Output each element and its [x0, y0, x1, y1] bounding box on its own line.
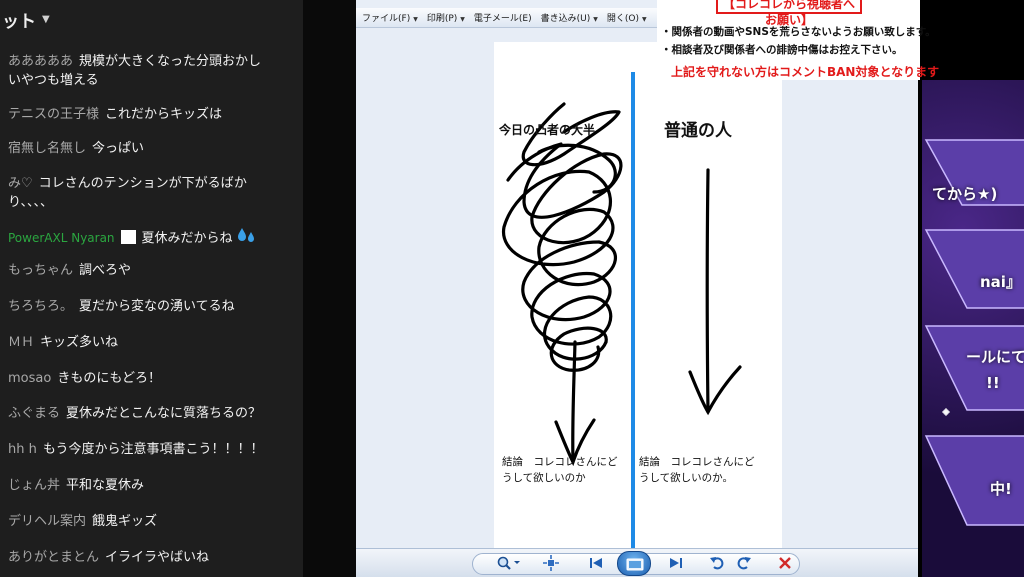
chat-author[interactable]: じょん丼	[8, 478, 60, 493]
chat-text: 夏だから変なの湧いてるね	[79, 299, 235, 314]
delete-icon[interactable]	[774, 553, 796, 573]
chat-text: コレさんのテンションが下がるばか り、、、、	[8, 176, 247, 210]
menu-open[interactable]: 開く(O) ▼	[607, 11, 647, 24]
slideshow-icon[interactable]	[617, 551, 651, 576]
chat-message: じょん丼 平和な夏休み	[8, 476, 299, 495]
chat-text: 夏休みだからね	[141, 231, 233, 246]
chat-author[interactable]: デリヘル案内	[8, 514, 86, 529]
chat-header[interactable]: ット ▼	[0, 0, 303, 38]
notice-title: 【コレコレから視聴者へお願い】	[716, 0, 862, 27]
menu-email[interactable]: 電子メール(E)	[474, 11, 532, 24]
chat-panel: ット ▼ あああああ 規模が大きくなった分頭おかし いやつも増える テニスの王子様…	[0, 0, 303, 577]
chat-text: もう今度から注意事項書こう！！！！	[42, 442, 264, 457]
chat-text: 今っぱい	[92, 141, 145, 156]
chat-divider-gap	[303, 0, 356, 577]
viewer-canvas: 今日の凸者の大半 普通の人 結論 コレコレさんにど うして欲しいのか 結論 コレ…	[356, 28, 918, 548]
dropdown-arrow-icon: ▼	[641, 16, 647, 23]
chat-author[interactable]: 宿無し名無し	[8, 141, 86, 156]
scribble-tangle	[502, 102, 623, 372]
menu-burn[interactable]: 書き込み(U) ▼	[541, 11, 598, 24]
next-icon[interactable]	[665, 553, 687, 573]
menu-print[interactable]: 印刷(P) ▼	[427, 11, 465, 24]
chat-text: 平和な夏休み	[66, 478, 145, 493]
overlay-text-3: ールにて	[966, 348, 1024, 366]
overlay-text-4: !!	[986, 374, 1000, 392]
dropdown-arrow-icon: ▼	[593, 16, 598, 23]
right-heading: 普通の人	[664, 121, 732, 141]
dropdown-arrow-icon: ▼	[413, 16, 418, 23]
chat-author[interactable]: み♡	[8, 176, 33, 191]
notice-panel: 【コレコレから視聴者へお願い】 ・関係者の動画やSNSを荒らさないようお願い致し…	[657, 0, 939, 80]
chat-author[interactable]: もっちゃん	[8, 263, 73, 278]
chat-message: ふぐまる 夏休みだとこんなに質落ちるの？	[8, 404, 299, 423]
chat-message: ちろちろ。 夏だから変なの湧いてるね	[8, 297, 299, 316]
rotate-right-icon[interactable]	[733, 553, 755, 573]
chat-message: もっちゃん 調べろや	[8, 261, 299, 280]
chat-author[interactable]: ありがとまとん	[8, 550, 99, 565]
chat-text: イライラやばいね	[105, 550, 210, 565]
right-conclusion: 結論 コレコレさんにど うして欲しいのか。	[639, 456, 755, 484]
chat-author[interactable]: ＭＨ	[8, 335, 34, 350]
chat-message: デリヘル案内 餓鬼ギッズ	[8, 512, 299, 531]
chat-message: あああああ 規模が大きくなった分頭おかし いやつも増える	[8, 52, 299, 90]
notice-line-1: ・関係者の動画やSNSを荒らさないようお願い致します。	[661, 26, 936, 38]
member-badge-icon	[120, 230, 136, 244]
chat-author[interactable]: ちろちろ。	[8, 299, 73, 314]
viewer-toolbar	[356, 548, 918, 577]
chevron-down-icon[interactable]: ▼	[42, 14, 50, 25]
chat-author[interactable]: あああああ	[8, 54, 73, 69]
overlay-text-2: nai』	[980, 273, 1021, 291]
chat-message: PowerAXL Nyaran 夏休みだからね	[8, 226, 299, 252]
rotate-left-icon[interactable]	[706, 553, 728, 573]
displayed-image: 今日の凸者の大半 普通の人 結論 コレコレさんにど うして欲しいのか 結論 コレ…	[494, 42, 782, 548]
notice-warning: 上記を守れない方はコメントBAN対象となります	[671, 65, 940, 79]
overlay-text-1: てから★)	[932, 185, 998, 203]
chat-text: 餓鬼ギッズ	[92, 514, 158, 529]
chat-message: テニスの王子様 これだからキッズは	[8, 105, 299, 124]
menu-open-label: 開く(O)	[606, 14, 639, 24]
left-conclusion: 結論 コレコレさんにど うして欲しいのか	[502, 456, 618, 484]
chat-message: ありがとまとん イライラやばいね	[8, 548, 299, 567]
image-viewer-window: ファイル(F) ▼ 印刷(P) ▼ 電子メール(E) 書き込み(U) ▼ 開く(O) ▼	[356, 0, 918, 577]
menu-file[interactable]: ファイル(F) ▼	[362, 11, 418, 24]
chat-text: 調べろや	[79, 263, 132, 278]
chat-text: キッズ多いね	[40, 335, 119, 350]
menu-file-label: ファイル(F)	[362, 14, 411, 24]
chat-text: 夏休みだとこんなに質落ちるの？	[66, 406, 262, 421]
chat-author[interactable]: ふぐまる	[8, 406, 60, 421]
stream-overlay: てから★) nai』 ールにて !! 中!	[922, 80, 1024, 577]
overlay-ribbons	[924, 139, 1024, 526]
menu-email-label: 電子メール(E)	[473, 14, 532, 24]
menu-burn-label: 書き込み(U)	[540, 14, 591, 24]
chat-author-member[interactable]: PowerAXL Nyaran	[8, 231, 115, 245]
chat-author[interactable]: hh h	[8, 442, 37, 457]
fit-icon[interactable]	[540, 553, 562, 573]
chat-text: きものにもどろ！	[57, 371, 162, 386]
overlay-text-5: 中!	[990, 480, 1012, 498]
chat-message: み♡ コレさんのテンションが下がるばか り、、、、	[8, 174, 299, 212]
chat-author[interactable]: mosao	[8, 371, 51, 386]
chat-message: 宿無し名無し 今っぱい	[8, 139, 299, 158]
chat-title: ット	[2, 11, 36, 32]
previous-icon[interactable]	[585, 553, 607, 573]
right-arrow	[688, 168, 742, 416]
dropdown-arrow-icon: ▼	[460, 16, 465, 23]
zoom-icon[interactable]	[494, 553, 524, 573]
sweat-drops-icon	[237, 226, 257, 252]
chat-message: mosao きものにもどろ！	[8, 369, 299, 388]
left-arrow	[554, 340, 596, 467]
menu-print-label: 印刷(P)	[426, 14, 458, 24]
chat-author[interactable]: テニスの王子様	[8, 107, 99, 122]
chat-message: hh h もう今度から注意事項書こう！！！！	[8, 440, 299, 459]
chat-message: ＭＨ キッズ多いね	[8, 333, 299, 352]
chat-text: これだからキッズは	[105, 107, 223, 122]
left-heading: 今日の凸者の大半	[499, 123, 596, 137]
notice-line-2: ・相談者及び関係者への誹謗中傷はお控え下さい。	[661, 44, 903, 56]
